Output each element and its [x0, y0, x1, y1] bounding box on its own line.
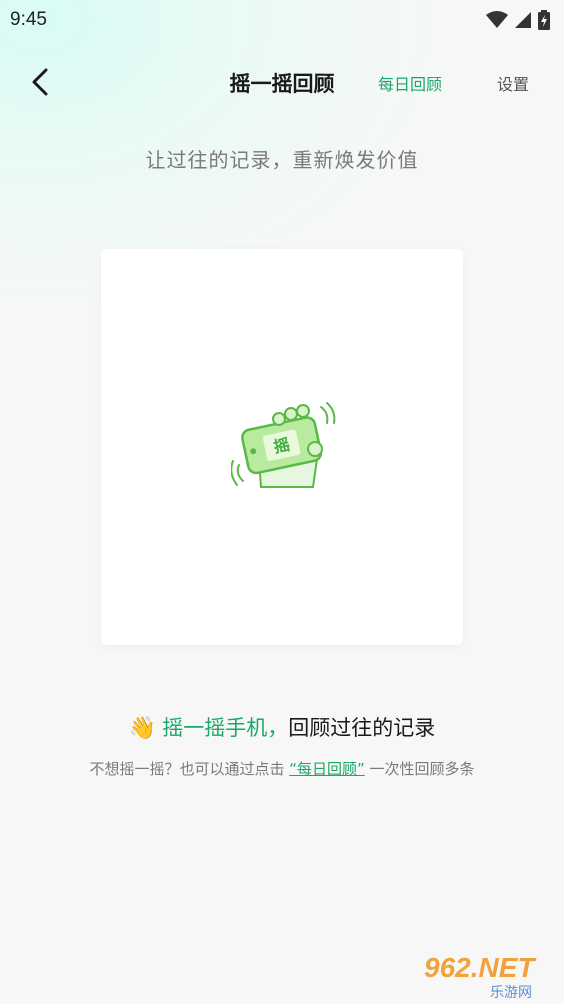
prompt-rest: 回顾过往的记录	[288, 716, 436, 740]
status-icons	[486, 10, 550, 30]
page-subtitle: 让过往的记录，重新焕发价值	[145, 148, 419, 172]
daily-review-link[interactable]: “每日回顾”	[289, 760, 365, 778]
shake-phone-icon: 摇	[231, 402, 336, 488]
battery-icon	[538, 10, 550, 30]
status-bar: 9:45	[0, 0, 564, 40]
page-title: 摇一摇回顾	[229, 72, 335, 96]
watermark-bottom: 乐游网	[490, 985, 532, 1001]
watermark-top: 962.NET	[424, 952, 535, 983]
wifi-icon	[486, 11, 508, 28]
hint-before: 不想摇一摇？也可以通过点击	[89, 760, 290, 778]
settings-button[interactable]: 设置	[497, 71, 529, 95]
prompt-accent: 摇一摇手机，	[162, 716, 289, 740]
shake-prompt: 👋 摇一摇手机，回顾过往的记录	[0, 712, 564, 742]
watermark-logo: 962.NET 乐游网	[424, 952, 560, 1001]
signal-icon	[515, 12, 531, 28]
daily-review-button[interactable]: 每日回顾	[378, 71, 442, 95]
hint-text: 不想摇一摇？也可以通过点击 “每日回顾” 一次性回顾多条	[0, 758, 564, 779]
waving-hand-icon: 👋	[128, 716, 157, 741]
shake-card[interactable]: 摇	[101, 249, 463, 645]
hint-after: 一次性回顾多条	[364, 760, 475, 778]
status-time: 9:45	[10, 9, 47, 30]
nav-bar: 摇一摇回顾 每日回顾 设置	[0, 56, 564, 108]
